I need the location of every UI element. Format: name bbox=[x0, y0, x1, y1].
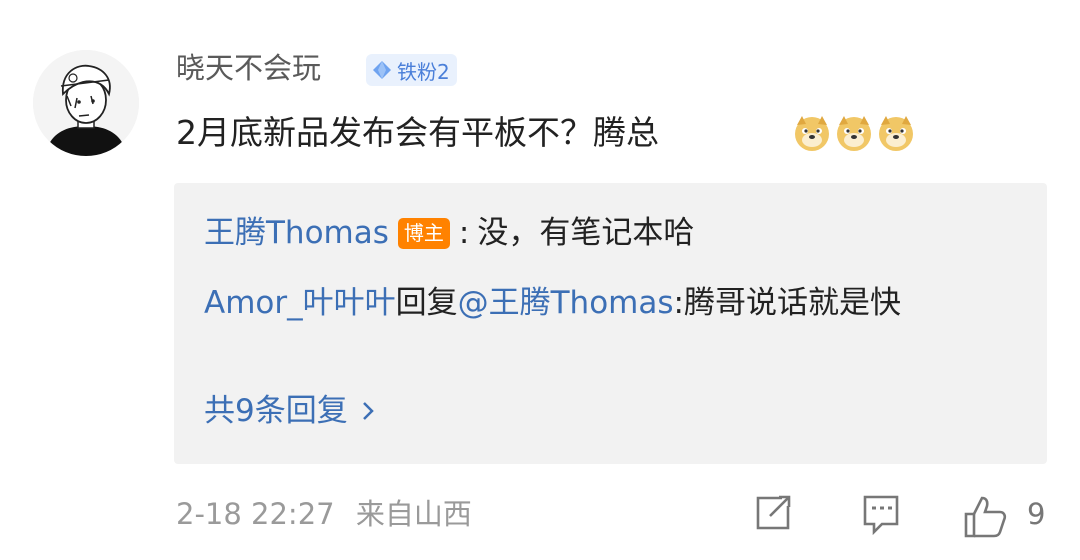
doge-emoji-icon bbox=[795, 116, 829, 151]
doge-emoji-icon bbox=[879, 116, 913, 151]
comment-button[interactable] bbox=[860, 492, 902, 544]
more-replies-link[interactable]: 共9条回复 bbox=[204, 389, 378, 433]
reply-item[interactable]: 王腾Thomas 博主 : 没，有笔记本哈 bbox=[204, 211, 694, 255]
diamond-icon bbox=[373, 61, 391, 79]
avatar-illustration bbox=[33, 50, 139, 156]
fan-badge[interactable]: 铁粉2 bbox=[366, 54, 457, 86]
share-icon bbox=[756, 495, 791, 530]
more-replies-label: 共9条回复 bbox=[204, 393, 348, 429]
author-badge: 博主 bbox=[397, 217, 450, 249]
reply-text: 没，有笔记本哈 bbox=[477, 215, 695, 251]
emoji-row bbox=[792, 113, 916, 153]
reply-item[interactable]: Amor_叶叶叶回复@王腾Thomas:腾哥说话就是快 bbox=[204, 276, 974, 330]
like-button[interactable] bbox=[962, 492, 1010, 544]
chevron-right-icon bbox=[362, 402, 374, 420]
reply-author[interactable]: 王腾Thomas bbox=[204, 211, 389, 255]
reply-text: :腾哥说话就是快 bbox=[673, 285, 901, 321]
like-icon bbox=[964, 496, 1007, 538]
doge-emoji-icon bbox=[837, 116, 871, 151]
fan-badge-label: 铁粉2 bbox=[397, 59, 450, 84]
reply-word: 回复 bbox=[395, 285, 458, 321]
share-button[interactable] bbox=[752, 492, 794, 538]
reply-author[interactable]: Amor_叶叶叶 bbox=[204, 285, 396, 321]
reply-separator: : bbox=[458, 215, 470, 251]
reply-mention[interactable]: @王腾Thomas bbox=[458, 285, 674, 321]
comment-text: 2月底新品发布会有平板不？腾总 bbox=[176, 113, 659, 152]
username[interactable]: 晓天不会玩 bbox=[176, 48, 321, 88]
avatar[interactable] bbox=[33, 50, 139, 156]
source-location: 来自山西 bbox=[355, 497, 472, 531]
timestamp: 2-18 22:27 bbox=[176, 497, 335, 531]
like-count: 9 bbox=[1027, 497, 1046, 531]
comment-meta: 2-18 22:27 来自山西 bbox=[176, 493, 472, 535]
comment-icon bbox=[863, 495, 899, 536]
